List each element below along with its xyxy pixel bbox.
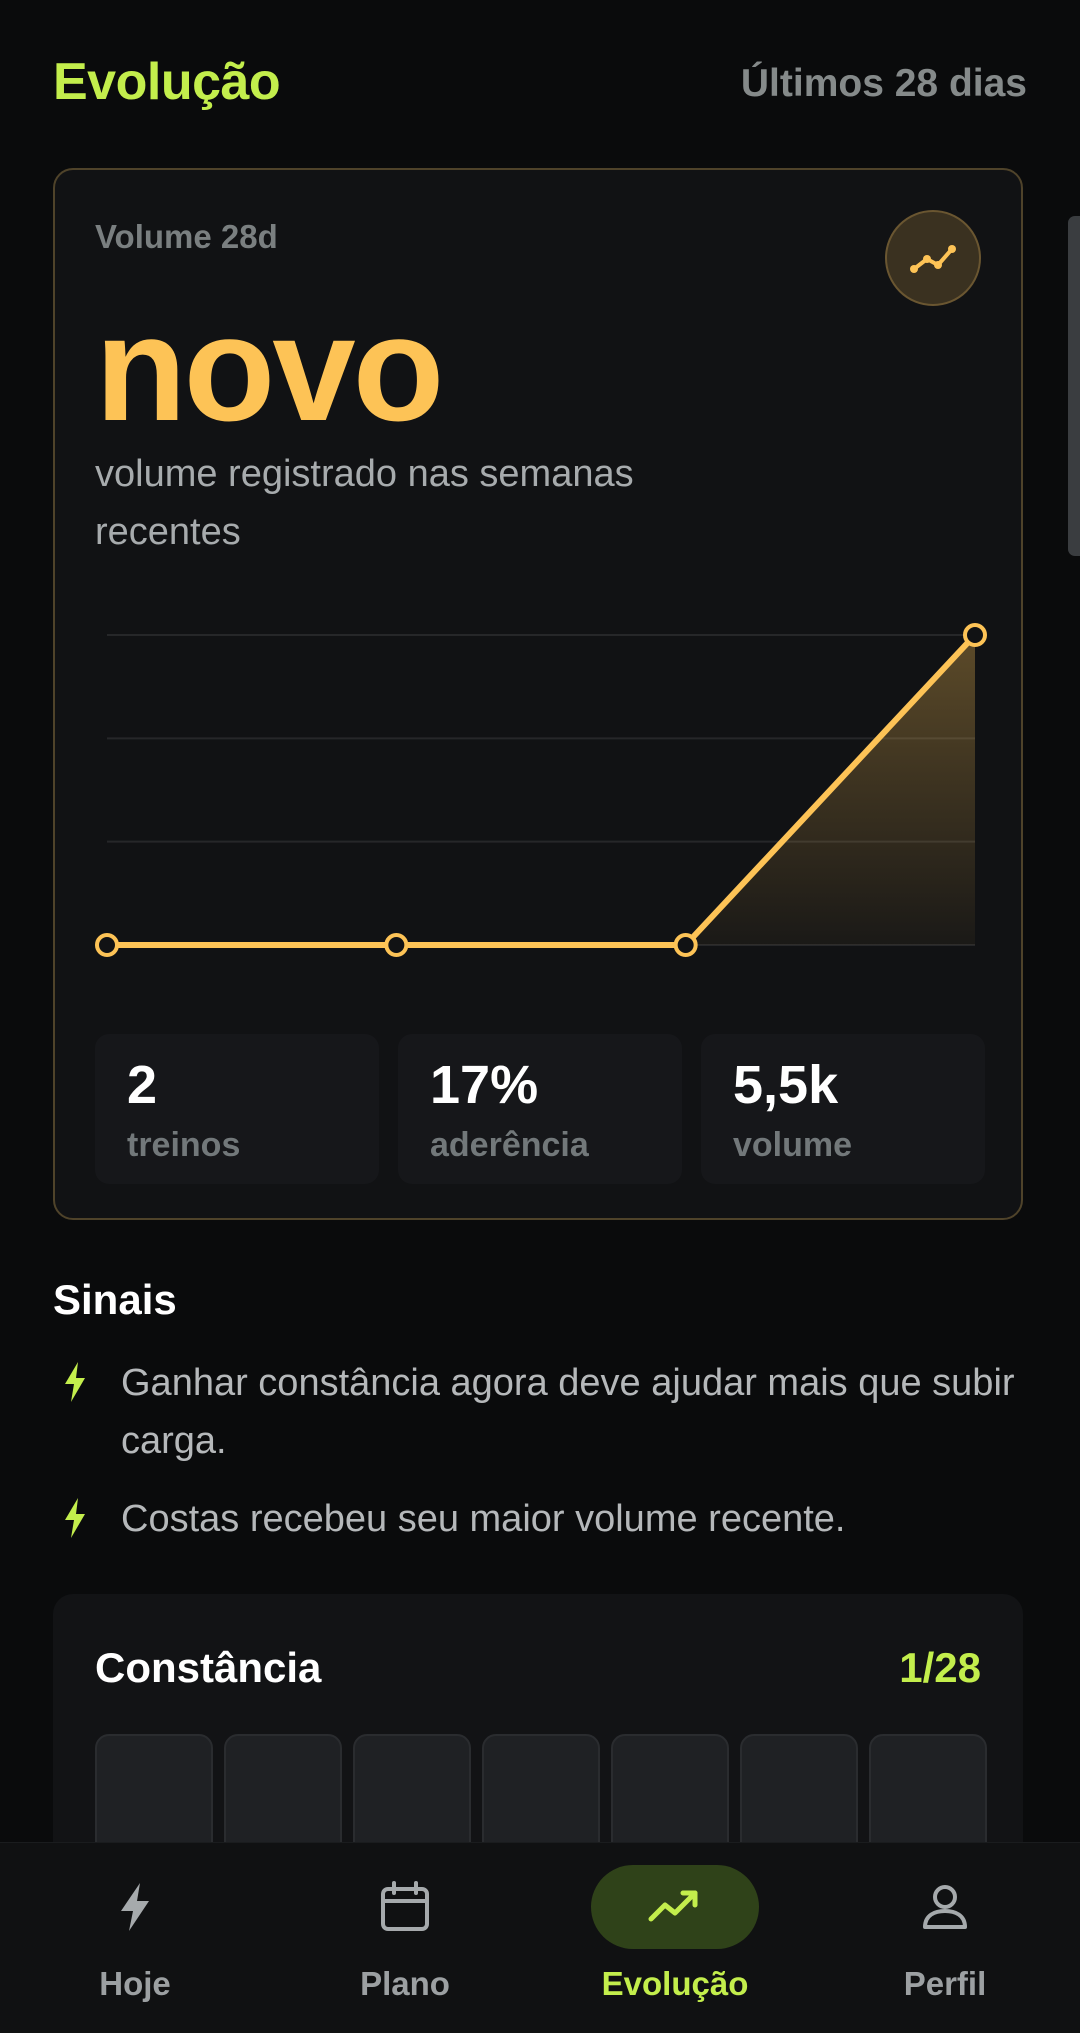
nav-label: Hoje [99,1965,171,2002]
stat-treinos: 2 treinos [95,1034,379,1184]
page-title: Evolução [53,53,281,111]
consistency-title: Constância [95,1644,322,1691]
trend-button[interactable] [885,210,981,306]
stat-label: treinos [127,1126,241,1164]
chart-point[interactable] [95,933,119,957]
stat-volume: 5,5k volume [701,1034,985,1184]
volume-value: novo [95,284,444,452]
header: Evolução Últimos 28 dias [53,52,1027,122]
card-label: Volume 28d [95,218,278,255]
stats-row: 2 treinos 17% aderência 5,5k volume [95,1034,985,1184]
bolt-icon [121,1883,149,1931]
chart-point[interactable] [963,623,987,647]
person-icon [923,1885,967,1929]
nav-label: Perfil [903,1965,987,2002]
chart-area-fill [107,635,975,945]
nav-label: Evolução [601,1965,749,2002]
trend-line-icon [910,245,956,273]
chart-point[interactable] [673,933,698,957]
nav-item-perfil[interactable]: Perfil [810,1843,1080,2033]
chart-series-line [104,632,978,948]
consistency-count: 1/28 [899,1644,981,1691]
calendar-icon [381,1881,429,1931]
nav-item-plano[interactable]: Plano [270,1843,540,2033]
bolt-icon [65,1498,85,1538]
bolt-icon [65,1362,85,1402]
stat-aderencia: 17% aderência [398,1034,682,1184]
stat-label: aderência [430,1126,589,1164]
volume-subtitle: volume registrado nas semanas recentes [95,453,634,553]
stat-label: volume [733,1126,853,1164]
signal-text: Ganhar constância agora deve ajudar mais… [121,1362,1015,1462]
signal-text: Costas recebeu seu maior volume recente. [121,1498,846,1540]
stat-value: 2 [127,1055,158,1115]
nav-item-evolucao[interactable]: Evolução [540,1843,810,2033]
stat-value: 5,5k [733,1055,839,1115]
volume-card: Volume 28d novo volume registrado nas se… [53,168,1023,1220]
stat-value: 17% [430,1055,539,1115]
bottom-nav: Hoje Plano Evolução Perfil [0,1842,1080,2033]
scrollbar[interactable] [1068,216,1080,556]
signals-title: Sinais [53,1276,177,1323]
nav-item-hoje[interactable]: Hoje [0,1843,270,2033]
trend-up-icon [648,1890,698,1922]
date-range-label[interactable]: Últimos 28 dias [741,62,1027,106]
chart-point[interactable] [384,933,409,957]
nav-label: Plano [360,1965,450,2002]
